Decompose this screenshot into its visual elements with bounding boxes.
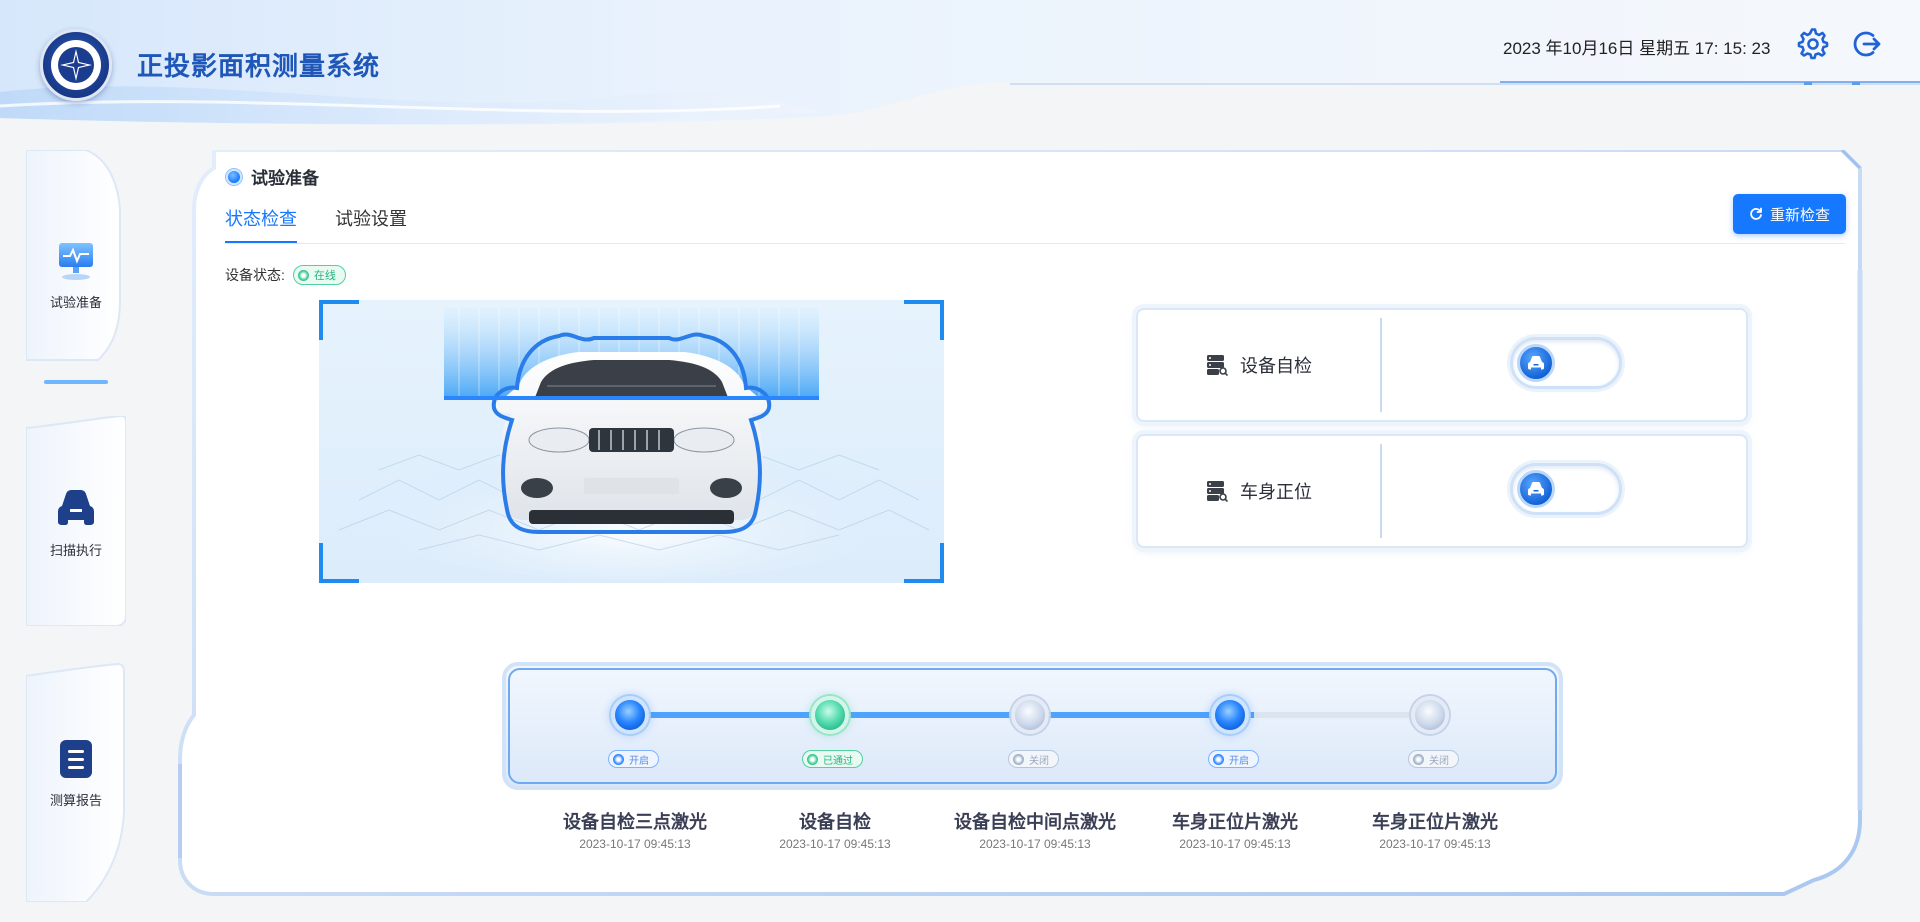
section-title: 试验准备 (226, 164, 319, 189)
tab-bar: 状态检查 试验设置 (225, 205, 1845, 244)
tab-status-check[interactable]: 状态检查 (225, 205, 297, 243)
logo (40, 29, 112, 101)
device-self-test-toggle[interactable] (1510, 337, 1622, 389)
step-name-4: 车身正位片激光 (1172, 812, 1298, 832)
step-time-1: 2023-10-17 09:45:13 (579, 837, 691, 851)
step-status-3: 关闭 (1008, 750, 1059, 770)
status-dot-icon (807, 753, 818, 765)
car-icon (1528, 356, 1544, 370)
car-icon (1528, 482, 1544, 496)
step-status-1: 开启 (608, 750, 659, 770)
device-status: 设备状态: 在线 (225, 265, 346, 285)
toggle-knob (1517, 470, 1555, 508)
settings-icon (1797, 28, 1829, 60)
sidebar-item-test-prep[interactable]: 试验准备 (26, 150, 126, 384)
vehicle-scan-preview (319, 300, 944, 583)
step-time-4: 2023-10-17 09:45:13 (1179, 837, 1291, 851)
tab-test-settings[interactable]: 试验设置 (335, 205, 407, 241)
step-time-2: 2023-10-17 09:45:13 (779, 837, 891, 851)
step-name-1: 设备自检三点激光 (563, 812, 707, 832)
step-node-4[interactable] (1211, 696, 1249, 734)
step-status-2: 已通过 (802, 750, 863, 770)
step-status-text: 开启 (629, 755, 649, 767)
app-header: 正投影面积测量系统 2023 年10月16日 星期五 17: 15: 23 (0, 0, 1920, 126)
app-title: 正投影面积测量系统 (137, 51, 381, 81)
recheck-button-label: 重新检查 (1769, 206, 1830, 224)
check-card-label-text: 车身正位 (1240, 482, 1312, 502)
sidebar-item-report[interactable]: 测算报告 (26, 662, 126, 902)
settings-button[interactable] (1795, 26, 1831, 62)
step-name-5: 车身正位片激光 (1372, 812, 1498, 832)
step-name-3: 设备自检中间点激光 (954, 812, 1116, 832)
report-icon (44, 736, 108, 782)
sidebar-item-label: 扫描执行 (49, 543, 102, 558)
check-card-device-self-test: 设备自检 (1136, 308, 1748, 422)
status-badge: 在线 (292, 265, 346, 285)
toggle-knob (1517, 344, 1555, 382)
step-status-text: 关闭 (1029, 755, 1049, 767)
status-dot-icon (1013, 753, 1024, 765)
nav-card-background (26, 662, 125, 902)
sidebar-item-label: 试验准备 (49, 295, 102, 310)
status-dot-icon (1213, 753, 1224, 765)
step-status-4: 开启 (1208, 750, 1259, 770)
status-dot-icon (1413, 753, 1424, 765)
sidebar-item-label: 测算报告 (49, 793, 102, 808)
monitor-icon (44, 238, 108, 284)
step-status-text: 已通过 (823, 755, 853, 767)
step-node-1[interactable] (611, 696, 649, 734)
logout-button[interactable] (1849, 26, 1885, 62)
step-name-2: 设备自检 (799, 812, 871, 832)
check-card-label-text: 设备自检 (1240, 356, 1312, 376)
section-title-text: 试验准备 (251, 169, 319, 188)
sidebar-item-scan-execute[interactable]: 扫描执行 (26, 416, 126, 626)
car-icon (44, 486, 108, 532)
check-card-label: 设备自检 (1138, 310, 1380, 420)
step-time-5: 2023-10-17 09:45:13 (1379, 837, 1491, 851)
server-check-icon (1207, 481, 1228, 502)
vehicle-scan-image (319, 300, 944, 583)
body-alignment-toggle[interactable] (1510, 463, 1622, 515)
refresh-icon (1750, 207, 1762, 220)
status-badge-text: 在线 (313, 270, 336, 282)
check-card-body-alignment: 车身正位 (1136, 434, 1748, 548)
server-check-icon (1207, 355, 1228, 376)
step-status-5: 关闭 (1408, 750, 1459, 770)
recheck-button[interactable]: 重新检查 (1733, 194, 1846, 234)
divider (1380, 444, 1382, 538)
check-card-label: 车身正位 (1138, 436, 1380, 546)
logout-icon (1853, 31, 1881, 57)
step-node-5[interactable] (1411, 696, 1449, 734)
step-time-3: 2023-10-17 09:45:13 (979, 837, 1091, 851)
datetime-display: 2023 年10月16日 星期五 17: 15: 23 (1503, 39, 1771, 58)
divider (1380, 318, 1382, 412)
logo-star-icon (58, 47, 94, 83)
status-dot-icon (613, 753, 624, 765)
main-panel: 试验准备 状态检查 试验设置 重新检查 设备状态: 在线 设备自检 车身正位 开… (174, 150, 1899, 898)
step-status-text: 开启 (1229, 755, 1249, 767)
device-status-label: 设备状态: (225, 267, 285, 283)
step-status-text: 关闭 (1429, 755, 1449, 767)
step-node-3[interactable] (1011, 696, 1049, 734)
step-node-2[interactable] (811, 696, 849, 734)
section-dot-icon (226, 168, 242, 185)
status-dot-icon (297, 269, 309, 281)
